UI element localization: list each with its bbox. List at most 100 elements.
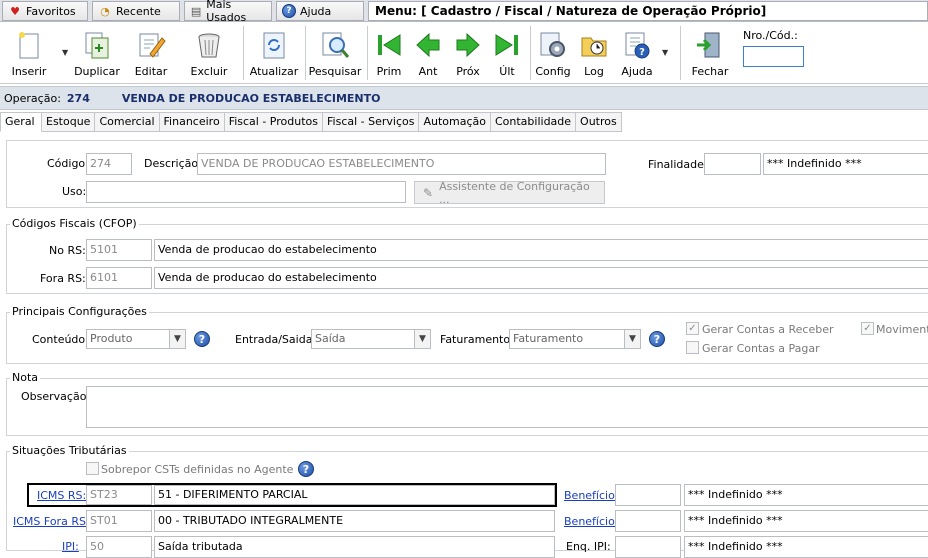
list-icon: ▤ — [190, 4, 202, 18]
beneficio-code-input[interactable] — [615, 484, 681, 506]
tab-outros[interactable]: Outros — [576, 112, 622, 132]
enq-ipi-code-input[interactable] — [615, 536, 681, 558]
tab-contabilidade[interactable]: Contabilidade — [490, 112, 577, 132]
beneficio-code-input[interactable] — [615, 510, 681, 532]
icms-rs-link[interactable]: ICMS RS: — [37, 489, 86, 502]
ult-button[interactable]: Últ — [490, 24, 524, 82]
log-button[interactable]: Log — [578, 24, 610, 82]
exit-door-icon — [694, 29, 726, 61]
fora-rs-label: Fora RS: — [40, 272, 86, 285]
toolbar-separator — [680, 26, 681, 80]
codigo-input[interactable]: 274 — [86, 153, 132, 175]
fora-rs-desc: Venda de producao do estabelecimento — [154, 267, 928, 289]
fora-rs-code-input[interactable]: 6101 — [86, 267, 152, 289]
prim-button[interactable]: Prim — [372, 24, 406, 82]
favoritos-button[interactable]: ♥ Favoritos — [2, 1, 88, 21]
icms-rs-code-input[interactable]: ST23 — [86, 485, 152, 505]
tab-automacao[interactable]: Automação — [419, 112, 491, 132]
heart-icon: ♥ — [10, 4, 20, 18]
assistente-configuracao-button[interactable]: ✎ Assistente de Configuração ... — [414, 179, 605, 206]
tab-financeiro[interactable]: Financeiro — [159, 112, 225, 132]
operation-header: Operação: 274 VENDA DE PRODUCAO ESTABELE… — [0, 86, 928, 110]
icms-fora-rs-code-input[interactable]: ST01 — [86, 510, 152, 532]
ipi-desc: Saída tributada — [154, 536, 555, 558]
config-button[interactable]: Config — [535, 24, 571, 82]
editar-button[interactable]: Editar — [128, 24, 174, 82]
atualizar-button[interactable]: Atualizar — [250, 24, 298, 82]
sobrepor-checkbox[interactable] — [86, 462, 99, 475]
conteudo-value: Produto — [90, 332, 133, 345]
ant-label: Ant — [418, 65, 438, 78]
tab-fiscal-servicos[interactable]: Fiscal - Serviços — [323, 112, 420, 132]
ajuda-toolbar-label: Ajuda — [621, 65, 653, 78]
help-icon: ? — [282, 4, 296, 18]
mais-usados-button[interactable]: ▤ Mais Usados — [184, 0, 272, 24]
pesquisar-button[interactable]: Pesquisar — [308, 24, 362, 82]
ajuda-dropdown-icon[interactable]: ▼ — [662, 48, 668, 57]
descricao-input[interactable]: VENDA DE PRODUCAO ESTABELECIMENTO — [197, 153, 606, 175]
previous-record-icon — [412, 29, 444, 61]
refresh-icon — [258, 29, 290, 61]
nro-cod-input[interactable] — [743, 46, 804, 67]
help-icon[interactable]: ? — [298, 461, 314, 477]
ajuda-top-label: Ajuda — [300, 4, 332, 18]
tab-geral[interactable]: Geral — [0, 112, 42, 132]
entrada-saida-select[interactable]: Saída ▼ — [311, 329, 431, 349]
excluir-button[interactable]: Excluir — [186, 24, 232, 82]
tab-estoque[interactable]: Estoque — [42, 112, 96, 132]
faturamento-select[interactable]: Faturamento ▼ — [509, 329, 641, 349]
nro-cod-label: Nro./Cód.: — [743, 29, 798, 42]
wizard-icon: ✎ — [423, 185, 434, 200]
fechar-button[interactable]: Fechar — [688, 24, 732, 82]
tab-fiscal-produtos[interactable]: Fiscal - Produtos — [224, 112, 323, 132]
beneficio-link[interactable]: Benefício: — [564, 515, 619, 528]
sobrepor-label: Sobrepor CSTs definidas no Agente — [101, 463, 294, 476]
conteudo-select[interactable]: Produto ▼ — [86, 329, 186, 349]
beneficio-link[interactable]: Benefício: — [564, 489, 619, 502]
help-icon[interactable]: ? — [194, 331, 210, 347]
ajuda-top-button[interactable]: ? Ajuda — [276, 1, 364, 21]
prox-button[interactable]: Próx — [452, 24, 484, 82]
ant-button[interactable]: Ant — [412, 24, 444, 82]
last-record-icon — [491, 29, 523, 61]
recente-label: Recente — [116, 4, 161, 18]
entrada-saida-value: Saída — [315, 332, 346, 345]
inserir-label: Inserir — [11, 65, 47, 78]
observacao-textarea[interactable] — [86, 386, 928, 428]
atualizar-label: Atualizar — [249, 65, 299, 78]
gerar-receber-label: Gerar Contas a Receber — [702, 323, 834, 336]
inserir-dropdown-icon[interactable]: ▼ — [62, 48, 68, 57]
ipi-link[interactable]: IPI: — [62, 540, 79, 553]
icms-rs-desc: 51 - DIFERIMENTO PARCIAL — [154, 485, 555, 505]
tab-bar: Geral Estoque Comercial Financeiro Fisca… — [0, 112, 622, 132]
tab-comercial[interactable]: Comercial — [95, 112, 160, 132]
ult-label: Últ — [499, 65, 515, 78]
recente-button[interactable]: ◔ Recente — [92, 1, 180, 21]
no-rs-code-input[interactable]: 5101 — [86, 239, 152, 261]
log-folder-icon — [578, 29, 610, 61]
gerar-pagar-checkbox[interactable] — [686, 341, 699, 354]
gerar-receber-checkbox[interactable]: ✓ — [686, 322, 699, 335]
first-record-icon — [373, 29, 405, 61]
ajuda-toolbar-button[interactable]: ? Ajuda — [619, 24, 655, 82]
cfop-title: Códigos Fiscais (CFOP) — [10, 217, 139, 230]
config-title: Principais Configurações — [10, 305, 149, 318]
help-icon[interactable]: ? — [649, 331, 665, 347]
mais-usados-label: Mais Usados — [206, 0, 247, 24]
chevron-down-icon: ▼ — [414, 330, 430, 348]
prox-label: Próx — [456, 65, 480, 78]
movimento-checkbox[interactable]: ✓ — [861, 322, 874, 335]
finalidade-code-input[interactable] — [704, 153, 761, 175]
operation-name: VENDA DE PRODUCAO ESTABELECIMENTO — [121, 91, 381, 105]
editar-label: Editar — [134, 65, 168, 78]
toolbar-separator — [305, 26, 306, 80]
icms-fora-rs-link[interactable]: ICMS Fora RS: — [13, 515, 90, 528]
no-rs-desc: Venda de producao do estabelecimento — [154, 239, 928, 261]
ipi-code-input[interactable]: 50 — [86, 536, 152, 558]
uso-input[interactable] — [86, 181, 406, 203]
inserir-button[interactable]: Inserir — [4, 24, 54, 82]
finalidade-desc: *** Indefinido *** — [763, 153, 928, 175]
duplicar-button[interactable]: Duplicar — [74, 24, 120, 82]
next-record-icon — [452, 29, 484, 61]
assistente-label: Assistente de Configuração ... — [439, 179, 590, 206]
